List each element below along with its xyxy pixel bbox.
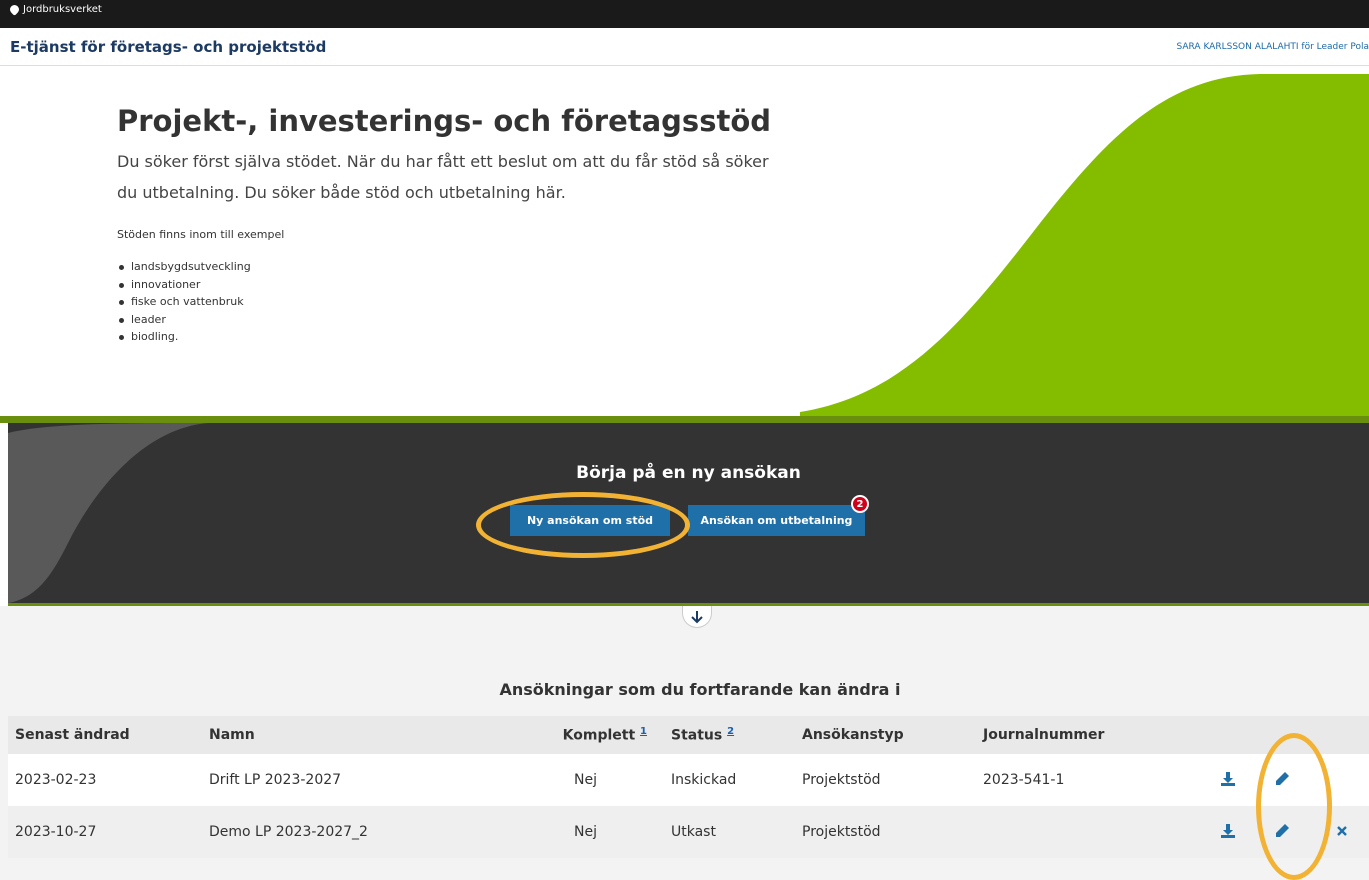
cta-heading: Börja på en ny ansökan: [576, 463, 801, 483]
agency-logo[interactable]: Jordbruksverket: [8, 3, 102, 16]
cell-complete: Nej: [574, 824, 597, 840]
top-bar: Jordbruksverket: [0, 0, 1369, 28]
cell-journal: [976, 806, 1186, 858]
cell-type: Projektstöd: [802, 772, 881, 788]
cell-journal: 2023-541-1: [983, 772, 1065, 788]
cell-status: Utkast: [671, 824, 716, 840]
column-header-journal[interactable]: Journalnummer: [976, 716, 1186, 754]
notification-badge: 2: [851, 495, 869, 513]
section-title: Ansökningar som du fortfarande kan ändra…: [499, 680, 901, 699]
cell-actions: [1186, 806, 1369, 858]
cell-status: Inskickad: [671, 772, 737, 788]
list-item: fiske och vattenbruk: [117, 293, 251, 311]
table-row: 2023-02-23 Drift LP 2023-2027 Nej Inskic…: [8, 754, 1369, 806]
column-header-actions: [1186, 716, 1369, 754]
cell-name: Demo LP 2023-2027_2: [209, 824, 368, 840]
examples-label: Stöden finns inom till exempel: [117, 228, 285, 241]
leaf-icon: [8, 3, 21, 16]
column-header-complete[interactable]: Komplett 1: [507, 716, 657, 754]
page-title: Projekt-, investerings- och företagsstöd: [117, 104, 772, 138]
service-title[interactable]: E-tjänst för företags- och projektstöd: [10, 38, 326, 56]
intro-text: Du söker först själva stödet. När du har…: [117, 152, 769, 202]
edit-icon[interactable]: [1274, 823, 1290, 843]
column-header-status[interactable]: Status 2: [657, 716, 795, 754]
cell-type: Projektstöd: [802, 824, 881, 840]
column-header-modified[interactable]: Senast ändrad: [8, 716, 202, 754]
scroll-down-button[interactable]: [682, 606, 712, 628]
cell-modified: 2023-10-27: [15, 824, 97, 840]
download-icon[interactable]: [1220, 823, 1236, 843]
list-item: innovationer: [117, 276, 251, 294]
new-application-button[interactable]: Ny ansökan om stöd: [510, 505, 670, 536]
user-account-link[interactable]: SARA KARLSSON ALALAHTI för Leader Pola: [1177, 42, 1369, 52]
list-item: landsbygdsutveckling: [117, 258, 251, 276]
payment-application-button[interactable]: Ansökan om utbetalning: [688, 505, 865, 536]
examples-list: landsbygdsutveckling innovationer fiske …: [117, 258, 251, 346]
applications-table: Senast ändrad Namn Komplett 1 Status 2 A…: [8, 716, 1369, 858]
cell-complete: Nej: [574, 772, 597, 788]
hero-section: Projekt-, investerings- och företagsstöd…: [0, 66, 1369, 416]
cell-name: Drift LP 2023-2027: [209, 772, 342, 788]
download-icon[interactable]: [1220, 771, 1236, 791]
column-header-name[interactable]: Namn: [202, 716, 507, 754]
table-row: 2023-10-27 Demo LP 2023-2027_2 Nej Utkas…: [8, 806, 1369, 858]
footnote-link[interactable]: 1: [640, 726, 647, 737]
edit-icon[interactable]: [1274, 771, 1290, 791]
arrow-down-icon: [691, 610, 703, 623]
divider: [0, 416, 1369, 423]
new-application-section: Börja på en ny ansökan Ny ansökan om stö…: [8, 423, 1369, 603]
cell-modified: 2023-02-23: [15, 772, 97, 788]
footnote-link[interactable]: 2: [727, 726, 734, 737]
table-header-row: Senast ändrad Namn Komplett 1 Status 2 A…: [8, 716, 1369, 754]
applications-section: Ansökningar som du fortfarande kan ändra…: [0, 606, 1369, 880]
column-header-type[interactable]: Ansökanstyp: [795, 716, 976, 754]
cell-actions: [1186, 754, 1369, 806]
list-item: leader: [117, 311, 251, 329]
delete-icon[interactable]: [1336, 825, 1348, 841]
agency-name: Jordbruksverket: [23, 4, 102, 15]
site-header: E-tjänst för företags- och projektstöd S…: [0, 28, 1369, 66]
list-item: biodling.: [117, 328, 251, 346]
grey-swoosh-decoration: [8, 423, 208, 603]
